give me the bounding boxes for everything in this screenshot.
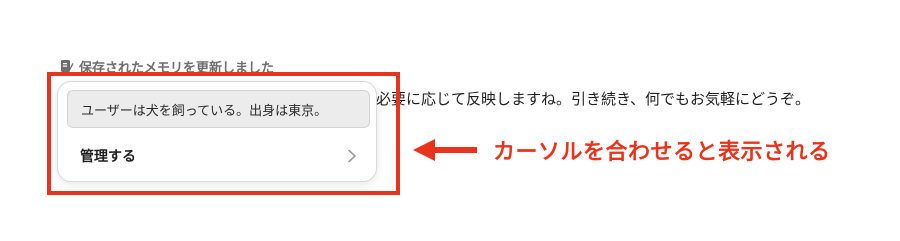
memory-pencil-icon (61, 60, 74, 72)
annotation-text: カーソルを合わせると表示される (493, 140, 831, 165)
memory-popover: ユーザーは犬を飼っている。出身は東京。 管理する (57, 81, 377, 182)
chevron-right-icon (348, 149, 356, 163)
manage-label: 管理する (80, 149, 136, 165)
arrow-left-icon (413, 139, 477, 161)
assistant-message-text: 必要に応じて反映しますね。引き続き、何でもお気軽にどうぞ。 (376, 90, 810, 108)
manage-button[interactable]: 管理する (58, 136, 376, 176)
memory-item: ユーザーは犬を飼っている。出身は東京。 (67, 90, 370, 128)
